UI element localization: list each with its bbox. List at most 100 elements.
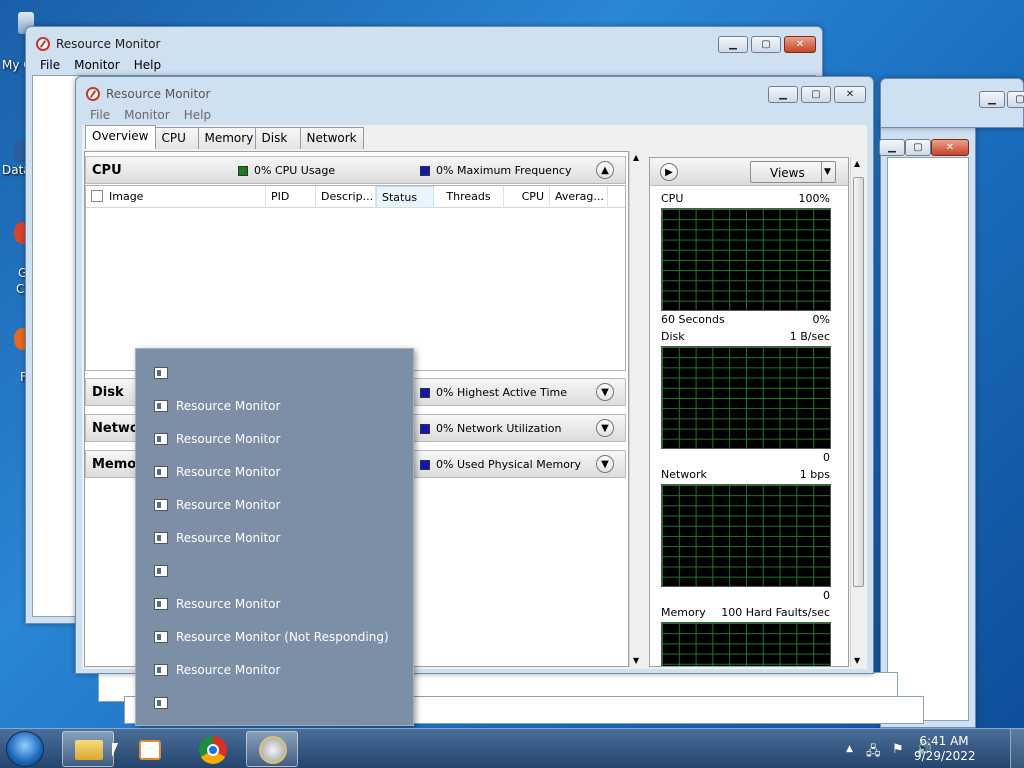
- clock-date: 9/29/2022: [914, 749, 976, 763]
- show-desktop-button[interactable]: [1010, 729, 1024, 768]
- taskbar-chrome-button[interactable]: [186, 731, 238, 767]
- window-thumbnail-icon: [154, 532, 168, 544]
- window-list-item[interactable]: Resource Monitor: [154, 429, 280, 449]
- start-button-windows-logo-icon[interactable]: [6, 731, 44, 767]
- network-swatch: [420, 423, 430, 434]
- bg4-close-button[interactable]: ✕: [931, 139, 969, 156]
- col-cpu-header[interactable]: CPU: [504, 186, 550, 208]
- taskbar-window-list-popup: Resource Monitor Resource Monitor Resour…: [135, 348, 414, 726]
- window-list-item[interactable]: Resource Monitor: [154, 495, 280, 515]
- background-window-3[interactable]: ▁ ▢: [880, 78, 1024, 128]
- tab-memory[interactable]: Memory: [197, 127, 256, 149]
- back-menu-file[interactable]: File: [40, 58, 60, 72]
- col-status-header[interactable]: Status: [376, 186, 434, 208]
- window-list-item[interactable]: [154, 561, 176, 581]
- cpu-collapse-chevron-icon[interactable]: ▲: [596, 161, 614, 179]
- col-image-header[interactable]: Image: [86, 186, 266, 208]
- window-thumbnail-icon: [154, 631, 168, 643]
- cpu-section-header[interactable]: CPU 0% CPU Usage 0% Maximum Frequency ▲: [85, 156, 626, 184]
- bg4-maximize-button[interactable]: ▢: [905, 139, 931, 156]
- cpu-usage-legend: 0% CPU Usage: [238, 164, 335, 177]
- tab-disk[interactable]: Disk: [254, 127, 301, 149]
- network-graph: [661, 484, 831, 587]
- window-thumbnail-icon: [154, 598, 168, 610]
- memory-graph: [661, 622, 831, 666]
- main-menu-help[interactable]: Help: [184, 108, 211, 122]
- background-window-4[interactable]: ▁ ▢ ✕: [879, 122, 976, 728]
- disk-section-title: Disk: [92, 385, 124, 400]
- tray-action-center-icon[interactable]: ⚑: [892, 742, 904, 757]
- background-window-4-client: [887, 157, 969, 721]
- disk-graph-min: 0: [823, 451, 830, 464]
- cpu-graph-time-span: 60 Seconds: [661, 313, 725, 326]
- window-list-item[interactable]: Resource Monitor: [154, 660, 280, 680]
- back-maximize-button[interactable]: ▢: [751, 36, 781, 53]
- main-menu-file[interactable]: File: [90, 108, 110, 122]
- disk-expand-chevron-icon[interactable]: ▼: [596, 383, 614, 401]
- window-list-item[interactable]: [154, 363, 176, 383]
- cpu-graph-min: 0%: [812, 313, 830, 326]
- main-close-button[interactable]: ✕: [834, 86, 866, 103]
- network-legend-text: 0% Network Utilization: [436, 422, 562, 435]
- tab-overview[interactable]: Overview: [85, 125, 156, 149]
- main-minimize-button[interactable]: ▁: [768, 86, 798, 103]
- window-list-item[interactable]: Resource Monitor: [154, 594, 280, 614]
- cpu-section-title: CPU: [92, 163, 122, 178]
- graph-pane: ▶ Views ▼ CPU 100% 60 Seconds 0% Disk 1 …: [649, 157, 849, 667]
- back-window-title: Resource Monitor: [56, 37, 161, 51]
- col-pid-header[interactable]: PID: [266, 186, 316, 208]
- graph-toolbar: ▶ Views ▼: [650, 158, 848, 186]
- bg3-minimize-button[interactable]: ▁: [979, 91, 1005, 108]
- views-button[interactable]: Views ▼: [750, 161, 836, 183]
- back-minimize-button[interactable]: ▁: [718, 36, 748, 53]
- back-menu-bar: File Monitor Help: [40, 58, 161, 72]
- bg4-minimize-button[interactable]: ▁: [879, 139, 905, 156]
- graph-scroll-up-icon[interactable]: ▲: [854, 159, 860, 168]
- main-menu-bar: File Monitor Help: [90, 108, 211, 122]
- window-list-item[interactable]: Resource Monitor: [154, 462, 280, 482]
- taskbar-clock[interactable]: 6:41 AM 9/29/2022: [914, 734, 976, 764]
- back-close-button[interactable]: ✕: [784, 36, 816, 53]
- bg3-maximize-button[interactable]: ▢: [1007, 91, 1024, 108]
- taskbar-resource-monitor-button[interactable]: [246, 731, 298, 767]
- window-list-item[interactable]: Resource Monitor (Not Responding): [154, 627, 389, 647]
- window-thumbnail-icon: [154, 697, 168, 709]
- tab-cpu[interactable]: CPU: [154, 127, 199, 149]
- disk-graph-label: Disk: [661, 330, 685, 343]
- taskbar: ▲ 🖧 ⚑ 🔊 6:41 AM 9/29/2022: [0, 728, 1024, 768]
- views-dropdown-icon[interactable]: ▼: [821, 162, 835, 182]
- network-graph-label: Network: [661, 468, 707, 481]
- graph-pane-scrollbar[interactable]: ▲ ▼: [850, 157, 866, 667]
- views-button-label: Views: [770, 166, 805, 180]
- left-scroll-down-icon[interactable]: ▼: [633, 656, 639, 665]
- main-menu-monitor[interactable]: Monitor: [124, 108, 170, 122]
- left-scroll-up-icon[interactable]: ▲: [633, 153, 639, 162]
- select-all-checkbox[interactable]: [91, 190, 103, 202]
- taskbar-media-player-button[interactable]: [124, 731, 176, 767]
- back-menu-monitor[interactable]: Monitor: [74, 58, 120, 72]
- col-average-header[interactable]: Averag...: [550, 186, 608, 208]
- window-list-item[interactable]: [154, 693, 176, 713]
- tab-network[interactable]: Network: [299, 127, 364, 149]
- network-legend: 0% Network Utilization: [420, 422, 562, 435]
- disk-graph-max: 1 B/sec: [789, 330, 830, 343]
- col-threads-header[interactable]: Threads: [434, 186, 504, 208]
- tray-show-hidden-icon[interactable]: ▲: [846, 744, 853, 754]
- col-description-header[interactable]: Descrip...: [316, 186, 376, 208]
- graph-scroll-thumb[interactable]: [853, 177, 864, 587]
- collapse-graph-pane-icon[interactable]: ▶: [660, 163, 678, 181]
- cpu-frequency-legend: 0% Maximum Frequency: [420, 164, 571, 177]
- memory-expand-chevron-icon[interactable]: ▼: [596, 455, 614, 473]
- network-expand-chevron-icon[interactable]: ▼: [596, 419, 614, 437]
- resource-monitor-gauge-icon: [259, 736, 287, 764]
- left-pane-scrollbar[interactable]: ▲ ▼: [629, 151, 645, 667]
- window-list-item[interactable]: Resource Monitor: [154, 396, 280, 416]
- cpu-table-header: Image PID Descrip... Status Threads CPU …: [86, 186, 625, 208]
- taskbar-explorer-button[interactable]: [62, 731, 114, 767]
- chrome-icon: [199, 736, 227, 764]
- tray-network-icon[interactable]: 🖧: [866, 742, 881, 764]
- main-maximize-button[interactable]: ▢: [801, 86, 831, 103]
- graph-scroll-down-icon[interactable]: ▼: [854, 656, 860, 665]
- window-list-item[interactable]: Resource Monitor: [154, 528, 280, 548]
- back-menu-help[interactable]: Help: [134, 58, 161, 72]
